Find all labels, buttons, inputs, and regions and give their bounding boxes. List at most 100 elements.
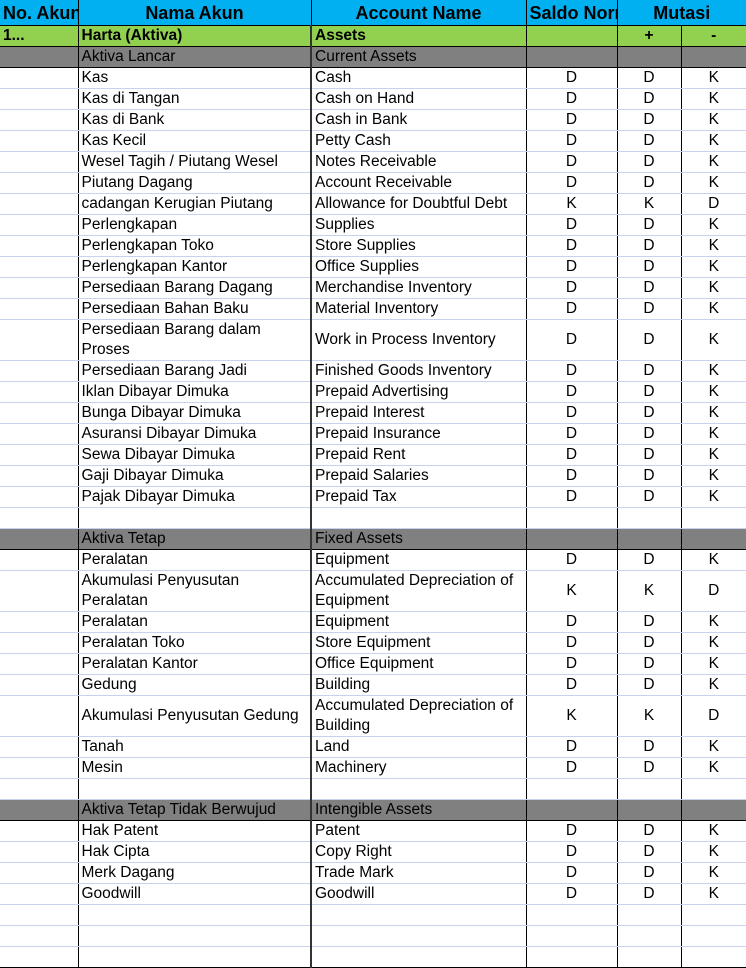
mutasi-plus-cell[interactable]: D — [616, 841, 681, 863]
saldo-normal-cell[interactable]: D — [525, 632, 617, 654]
account-name-cell[interactable]: Office Equipment — [310, 653, 526, 675]
account-no-cell[interactable] — [0, 925, 78, 947]
mutasi-minus-cell[interactable]: K — [680, 109, 746, 131]
account-nama-cell[interactable]: Kas Kecil — [77, 130, 311, 152]
mutasi-plus-cell[interactable]: D — [616, 883, 681, 905]
account-no-cell[interactable] — [0, 465, 78, 487]
account-no-cell[interactable] — [0, 402, 78, 424]
account-name-cell[interactable]: Prepaid Rent — [310, 444, 526, 466]
account-name-cell[interactable]: Work in Process Inventory — [310, 319, 526, 361]
saldo-normal-cell[interactable] — [525, 507, 617, 529]
saldo-normal-cell[interactable]: K — [525, 193, 617, 215]
account-name-cell[interactable]: Prepaid Interest — [310, 402, 526, 424]
saldo-normal-cell[interactable]: D — [525, 820, 617, 842]
saldo-normal-cell[interactable]: D — [525, 235, 617, 257]
mutasi-plus-cell[interactable]: D — [616, 862, 681, 884]
saldo-normal-cell[interactable]: D — [525, 674, 617, 696]
saldo-normal-cell[interactable]: D — [525, 444, 617, 466]
account-name-cell[interactable]: Cash in Bank — [310, 109, 526, 131]
mutasi-plus-cell[interactable]: K — [616, 570, 681, 612]
account-no-cell[interactable] — [0, 757, 78, 779]
mutasi-plus-cell[interactable]: D — [616, 611, 681, 633]
mutasi-minus-cell[interactable]: K — [680, 736, 746, 758]
account-name-cell[interactable]: Notes Receivable — [310, 151, 526, 173]
account-no-cell[interactable] — [0, 841, 78, 863]
account-nama-cell[interactable]: Kas — [77, 67, 311, 89]
mutasi-minus-cell[interactable]: K — [680, 151, 746, 173]
mutasi-plus-cell[interactable]: D — [616, 235, 681, 257]
account-name-cell[interactable]: Accumulated Depreciation of Building — [310, 695, 526, 737]
account-no-cell[interactable] — [0, 298, 78, 320]
account-nama-cell[interactable] — [77, 904, 311, 926]
mutasi-minus-cell[interactable]: K — [680, 298, 746, 320]
account-nama-cell[interactable]: Mesin — [77, 757, 311, 779]
mutasi-plus-cell[interactable]: K — [616, 193, 681, 215]
account-no-cell[interactable] — [0, 632, 78, 654]
mutasi-minus-cell[interactable]: K — [680, 381, 746, 403]
account-nama-cell[interactable]: Goodwill — [77, 883, 311, 905]
account-no-cell[interactable] — [0, 151, 78, 173]
account-nama-cell[interactable]: Peralatan Toko — [77, 632, 311, 654]
account-no-cell[interactable] — [0, 67, 78, 89]
account-no-cell[interactable] — [0, 486, 78, 508]
mutasi-plus-cell[interactable]: D — [616, 820, 681, 842]
mutasi-minus-cell[interactable] — [680, 904, 746, 926]
mutasi-minus-cell[interactable]: K — [680, 172, 746, 194]
category-no[interactable]: 1... — [0, 25, 78, 47]
section-nama[interactable]: Aktiva Tetap — [77, 528, 311, 550]
account-name-cell[interactable]: Cash — [310, 67, 526, 89]
account-name-cell[interactable]: Machinery — [310, 757, 526, 779]
account-name-cell[interactable]: Prepaid Tax — [310, 486, 526, 508]
account-name-cell[interactable]: Material Inventory — [310, 298, 526, 320]
mutasi-minus-cell[interactable]: K — [680, 632, 746, 654]
saldo-normal-cell[interactable]: D — [525, 88, 617, 110]
account-nama-cell[interactable] — [77, 925, 311, 947]
account-name-cell[interactable]: Equipment — [310, 549, 526, 571]
account-no-cell[interactable] — [0, 507, 78, 529]
account-name-cell[interactable]: Copy Right — [310, 841, 526, 863]
account-name-cell[interactable] — [310, 904, 526, 926]
mutasi-minus-cell[interactable]: K — [680, 88, 746, 110]
account-no-cell[interactable] — [0, 674, 78, 696]
account-no-cell[interactable] — [0, 444, 78, 466]
mutasi-minus-cell[interactable]: K — [680, 319, 746, 361]
account-nama-cell[interactable]: Gaji Dibayar Dimuka — [77, 465, 311, 487]
saldo-normal-cell[interactable]: D — [525, 381, 617, 403]
account-name-cell[interactable]: Supplies — [310, 214, 526, 236]
account-nama-cell[interactable]: Kas di Tangan — [77, 88, 311, 110]
account-name-cell[interactable]: Goodwill — [310, 883, 526, 905]
mutasi-plus-cell[interactable]: D — [616, 653, 681, 675]
mutasi-minus-cell[interactable]: D — [680, 570, 746, 612]
account-nama-cell[interactable]: Kas di Bank — [77, 109, 311, 131]
account-nama-cell[interactable]: Akumulasi Penyusutan Gedung — [77, 695, 311, 737]
saldo-normal-cell[interactable]: D — [525, 611, 617, 633]
mutasi-minus-cell[interactable] — [680, 507, 746, 529]
mutasi-plus-cell[interactable]: D — [616, 67, 681, 89]
account-nama-cell[interactable]: Akumulasi Penyusutan Peralatan — [77, 570, 311, 612]
mutasi-minus-cell[interactable]: K — [680, 360, 746, 382]
mutasi-plus-cell[interactable]: D — [616, 465, 681, 487]
account-no-cell[interactable] — [0, 277, 78, 299]
mutasi-minus-cell[interactable]: K — [680, 486, 746, 508]
account-nama-cell[interactable] — [77, 507, 311, 529]
account-no-cell[interactable] — [0, 193, 78, 215]
account-no-cell[interactable] — [0, 695, 78, 737]
account-no-cell[interactable] — [0, 862, 78, 884]
account-name-cell[interactable]: Allowance for Doubtful Debt — [310, 193, 526, 215]
account-nama-cell[interactable]: Gedung — [77, 674, 311, 696]
mutasi-plus-cell[interactable]: D — [616, 423, 681, 445]
mutasi-plus-cell[interactable]: D — [616, 381, 681, 403]
account-nama-cell[interactable]: Pajak Dibayar Dimuka — [77, 486, 311, 508]
account-nama-cell[interactable]: Merk Dagang — [77, 862, 311, 884]
saldo-normal-cell[interactable]: D — [525, 841, 617, 863]
mutasi-minus-cell[interactable]: K — [680, 402, 746, 424]
account-no-cell[interactable] — [0, 611, 78, 633]
account-no-cell[interactable] — [0, 549, 78, 571]
account-nama-cell[interactable]: Asuransi Dibayar Dimuka — [77, 423, 311, 445]
mutasi-minus-cell[interactable]: D — [680, 193, 746, 215]
saldo-normal-cell[interactable]: D — [525, 319, 617, 361]
account-name-cell[interactable] — [310, 778, 526, 800]
account-name-cell[interactable]: Land — [310, 736, 526, 758]
mutasi-plus-cell[interactable]: D — [616, 214, 681, 236]
account-nama-cell[interactable]: Iklan Dibayar Dimuka — [77, 381, 311, 403]
